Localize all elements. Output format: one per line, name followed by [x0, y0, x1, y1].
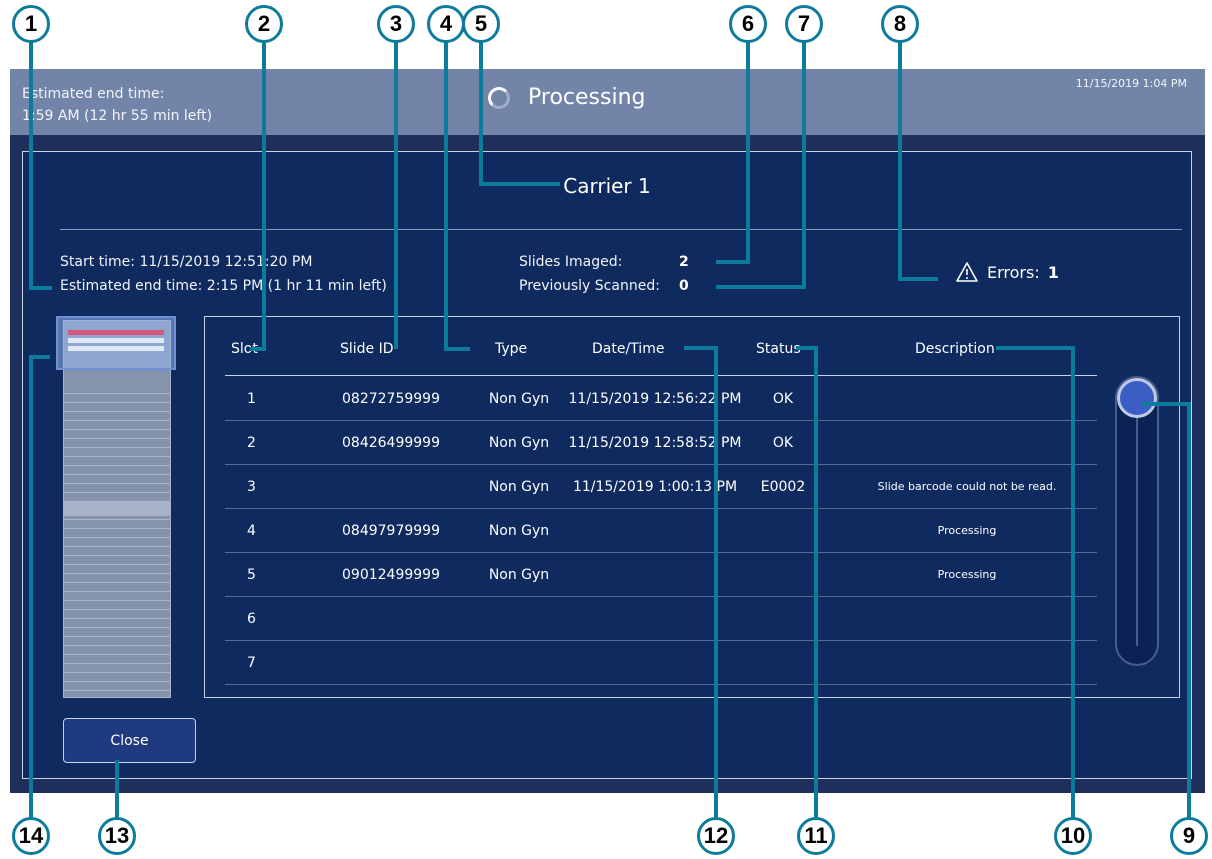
callout-8: 8: [881, 5, 919, 43]
callout-11: 11: [797, 817, 835, 855]
callout-9: 9: [1170, 817, 1208, 855]
callout-leaders: [29, 38, 1191, 823]
callout-13: 13: [98, 817, 136, 855]
callout-12: 12: [697, 817, 735, 855]
callout-10: 10: [1054, 817, 1092, 855]
callout-7: 7: [785, 5, 823, 43]
callout-2: 2: [245, 5, 283, 43]
callout-6: 6: [729, 5, 767, 43]
callout-3: 3: [377, 5, 415, 43]
callout-1: 1: [12, 5, 50, 43]
callout-4: 4: [427, 5, 465, 43]
callout-14: 14: [12, 817, 50, 855]
callout-5: 5: [462, 5, 500, 43]
